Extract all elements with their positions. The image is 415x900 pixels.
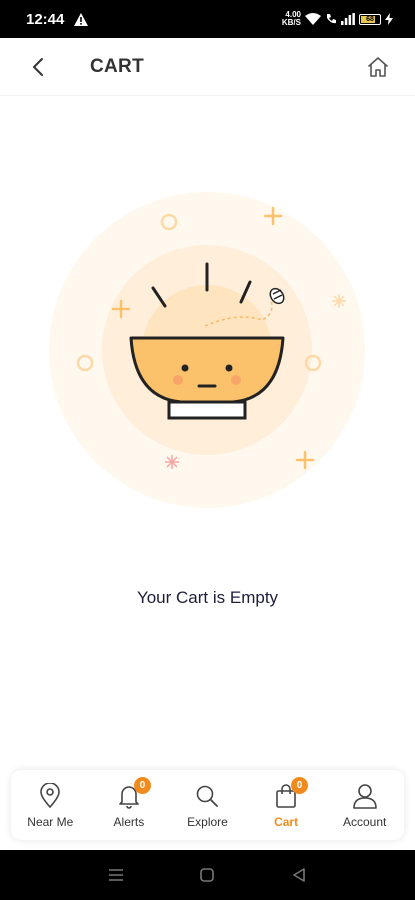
empty-cart-illustration: [49, 192, 365, 508]
empty-cart-message: Your Cart is Empty: [136, 588, 279, 607]
home-button[interactable]: [363, 52, 393, 82]
nav-near-me[interactable]: Near Me: [14, 781, 86, 829]
back-system-button[interactable]: [279, 855, 319, 895]
nav-label: Near Me: [27, 815, 74, 829]
menu-icon: [108, 869, 123, 881]
chevron-left-icon: [33, 57, 43, 76]
back-button[interactable]: [18, 47, 58, 87]
nav-label: Cart: [274, 815, 299, 829]
home-system-button[interactable]: [187, 855, 227, 895]
nav-label: Alerts: [113, 815, 145, 829]
bottom-navigation: Near Me 0 Alerts Explore 0 Cart Account: [11, 770, 404, 840]
network-speed: 4.00 KB/S: [281, 10, 301, 27]
alerts-badge: 0: [133, 777, 151, 794]
nav-label: Explore: [187, 815, 228, 829]
user-icon: [352, 784, 377, 809]
nav-label: Account: [342, 815, 387, 829]
app-header: CART: [0, 38, 415, 96]
call-icon: [327, 14, 336, 24]
status-time: 12:44: [26, 10, 65, 28]
wifi-icon: [305, 13, 321, 25]
location-pin-icon: [40, 783, 61, 809]
nav-cart[interactable]: 0 Cart: [250, 777, 322, 829]
nav-alerts[interactable]: 0 Alerts: [93, 777, 165, 829]
nav-explore[interactable]: Explore: [171, 781, 243, 829]
page-title: CART: [90, 55, 144, 77]
search-icon: [197, 785, 219, 807]
battery-icon: 68: [359, 13, 381, 25]
signal-icon: [341, 13, 355, 25]
square-icon: [200, 868, 215, 882]
charging-icon: [385, 13, 393, 25]
cart-badge: 0: [291, 777, 309, 794]
home-icon: [368, 56, 388, 77]
system-navigation-bar: [0, 850, 415, 900]
recents-button[interactable]: [96, 855, 136, 895]
triangle-back-icon: [293, 868, 305, 882]
warning-icon: [74, 12, 89, 26]
status-bar: 12:44 4.00 KB/S 68: [0, 0, 415, 38]
nav-account[interactable]: Account: [329, 781, 401, 829]
